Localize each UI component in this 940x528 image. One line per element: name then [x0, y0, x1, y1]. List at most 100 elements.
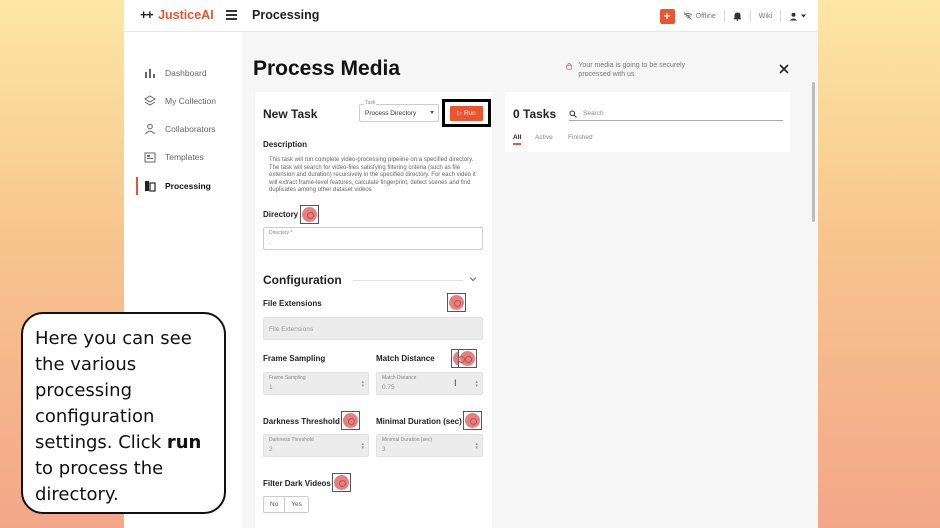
brand-plus: ++: [140, 8, 154, 22]
caret-down-icon: [430, 111, 434, 114]
stepper-icon[interactable]: ▴ ▾: [475, 442, 478, 451]
divider: [749, 10, 751, 22]
highlight-marker: [447, 293, 466, 312]
filter-dark-no-option[interactable]: No: [264, 497, 284, 512]
chevron-down-icon[interactable]: [469, 276, 477, 282]
sidebar-item-my-collection[interactable]: My Collection: [136, 92, 216, 110]
directory-value: .: [269, 239, 271, 246]
match-distance-field[interactable]: Match Distance 0.75 ▴ ▾: [376, 372, 483, 395]
close-icon[interactable]: [777, 62, 791, 76]
sidebar-item-label: Dashboard: [165, 68, 207, 78]
run-highlight-frame: ▷ Run: [442, 99, 491, 127]
search-placeholder: Search: [583, 110, 604, 117]
darkness-threshold-field[interactable]: Darkness Threshold 2 ▴ ▾: [263, 434, 369, 457]
configuration-heading: Configuration: [263, 273, 342, 287]
offline-label: Offline: [695, 12, 716, 20]
user-icon: [789, 12, 798, 20]
divider: [780, 10, 781, 22]
tasks-heading: 0 Tasks: [513, 107, 557, 121]
file-extensions-field[interactable]: File Extensions: [263, 317, 483, 340]
tab-finished[interactable]: Finished: [568, 134, 593, 141]
directory-label: Directory: [263, 210, 299, 219]
file-extensions-placeholder: File Extensions: [269, 326, 314, 333]
search-input[interactable]: Search: [569, 108, 783, 121]
minimal-duration-value: 3: [382, 446, 386, 453]
tasks-panel: 0 Tasks Search All Active Finished: [505, 92, 790, 152]
match-distance-value: 0.75: [382, 384, 395, 391]
secure-note: Your media is going to be securely proce…: [566, 61, 696, 79]
secure-note-text: Your media is going to be securely proce…: [578, 62, 686, 78]
layers-icon: [144, 95, 156, 106]
new-task-panel: New Task Task Process Directory ▷ Run De…: [255, 92, 492, 528]
brand-logo[interactable]: ++ JusticeAI: [140, 8, 214, 24]
sidebar-item-label: Processing: [165, 181, 211, 191]
highlight-marker: [300, 205, 319, 224]
minimal-duration-label: Minimal Duration (sec): [376, 417, 462, 426]
search-icon: [569, 110, 577, 118]
match-distance-label: Match Distance: [376, 354, 435, 363]
minimal-duration-field-label: Minimal Duration (sec): [382, 437, 433, 443]
directory-field[interactable]: Directory * .: [263, 227, 483, 250]
run-button[interactable]: ▷ Run: [450, 106, 483, 121]
frame-sampling-field[interactable]: Frame Sampling 1 ▴ ▾: [263, 372, 369, 395]
bar-chart-icon: [145, 69, 155, 78]
wiki-link[interactable]: Wiki: [759, 13, 772, 20]
page-title: Process Media: [253, 57, 401, 80]
play-icon: ▷: [457, 110, 464, 117]
filter-dark-label: Filter Dark Videos: [263, 479, 331, 488]
page-heading: Processing: [252, 8, 320, 22]
lock-icon: [566, 63, 573, 70]
darkness-threshold-field-label: Darkness Threshold: [269, 437, 314, 443]
match-distance-field-label: Match Distance: [382, 375, 417, 381]
filter-dark-yes-option[interactable]: Yes: [284, 497, 308, 512]
top-actions: + Offline Wiki: [659, 7, 806, 25]
highlight-marker: [463, 411, 482, 430]
sidebar-item-label: Templates: [165, 152, 204, 162]
caret-down-icon: [801, 14, 806, 18]
callout-bold: run: [166, 432, 202, 453]
highlight-marker: [341, 411, 360, 430]
sidebar-item-label: My Collection: [165, 96, 217, 106]
sidebar-item-dashboard[interactable]: Dashboard: [136, 64, 207, 82]
task-select[interactable]: Task Process Directory: [359, 100, 439, 122]
directory-field-label: Directory *: [269, 230, 293, 236]
template-icon: [144, 152, 156, 163]
sidebar-item-templates[interactable]: Templates: [136, 148, 204, 166]
user-menu[interactable]: [789, 12, 806, 21]
frame-sampling-value: 1: [269, 384, 273, 391]
new-task-heading: New Task: [263, 107, 318, 121]
person-icon: [145, 123, 155, 135]
tab-active[interactable]: Active: [535, 134, 553, 141]
brand-name: JusticeAI: [158, 8, 214, 22]
frame-sampling-field-label: Frame Sampling: [269, 375, 306, 381]
darkness-threshold-label: Darkness Threshold: [263, 417, 340, 426]
task-select-label: Task: [364, 100, 377, 106]
description-label: Description: [263, 140, 308, 149]
minimal-duration-field[interactable]: Minimal Duration (sec) 3 ▴ ▾: [376, 434, 483, 457]
text-cursor-icon: I: [454, 378, 457, 388]
add-button[interactable]: +: [659, 8, 675, 24]
filter-dark-toggle: No Yes: [263, 496, 309, 513]
app-window: ++ JusticeAI Processing + Offline Wiki D…: [124, 0, 818, 528]
sidebar-item-collaborators[interactable]: Collaborators: [136, 120, 216, 138]
wifi-off-icon: [683, 12, 692, 20]
processing-icon: [145, 181, 156, 192]
stepper-icon[interactable]: ▴ ▾: [361, 380, 364, 389]
stepper-icon[interactable]: ▴ ▾: [475, 380, 478, 389]
active-tab-indicator: [513, 143, 521, 145]
stepper-icon[interactable]: ▴ ▾: [361, 442, 364, 451]
top-bar: ++ JusticeAI Processing + Offline Wiki: [124, 0, 818, 32]
offline-status: Offline: [683, 12, 716, 20]
scrollbar[interactable]: [812, 82, 815, 222]
divider: [723, 10, 725, 22]
tab-all[interactable]: All: [513, 134, 521, 141]
callout-text-after: to process the directory.: [35, 458, 164, 505]
file-extensions-label: File Extensions: [263, 299, 322, 308]
divider: [353, 280, 463, 281]
menu-icon[interactable]: [226, 10, 237, 20]
bell-icon[interactable]: [733, 11, 742, 21]
frame-sampling-label: Frame Sampling: [263, 354, 326, 363]
sidebar-item-processing[interactable]: Processing: [136, 177, 211, 195]
run-label: Run: [463, 110, 476, 117]
task-select-value: Process Directory: [365, 110, 417, 117]
